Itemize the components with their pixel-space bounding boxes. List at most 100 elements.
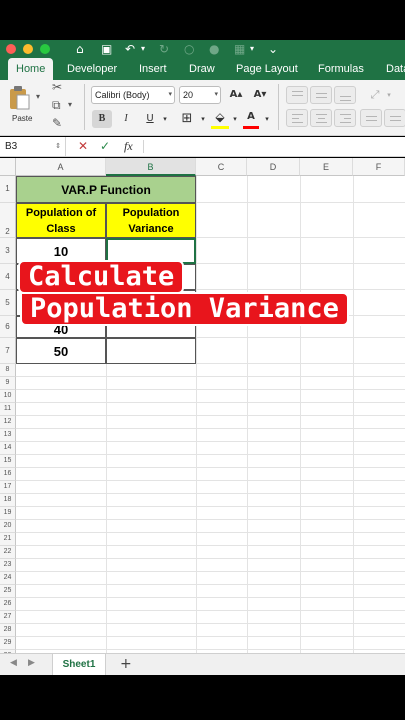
paste-icon[interactable]	[8, 85, 30, 111]
column-header-a[interactable]: A	[16, 158, 106, 176]
copy-dropdown-icon[interactable]: ▾	[68, 100, 72, 109]
grid-icon[interactable]: ▦	[234, 41, 245, 57]
next-sheet-icon[interactable]: ▶	[28, 658, 35, 668]
row-header[interactable]: 26	[0, 598, 16, 611]
fill-color-icon[interactable]: ⬙	[210, 108, 230, 126]
data-cell-a7[interactable]: 50	[16, 338, 106, 364]
align-center-button[interactable]	[310, 109, 332, 127]
orientation-dropdown-icon[interactable]: ▾	[384, 86, 394, 104]
align-left-button[interactable]	[286, 109, 308, 127]
underline-dropdown-icon[interactable]: ▾	[160, 110, 170, 128]
font-name-select[interactable]: Calibri (Body) ▾	[91, 86, 175, 104]
underline-button[interactable]: U	[140, 110, 160, 128]
row-header[interactable]: 1	[0, 176, 16, 203]
row-header[interactable]: 3	[0, 238, 16, 264]
column-header-d[interactable]: D	[247, 158, 300, 176]
row-header[interactable]: 7	[0, 338, 16, 364]
row-header[interactable]: 21	[0, 533, 16, 546]
row-header[interactable]: 16	[0, 468, 16, 481]
tab-formulas[interactable]: Formulas	[318, 58, 364, 80]
sheet-tab-sheet1[interactable]: Sheet1	[52, 654, 106, 675]
row-header[interactable]: 11	[0, 403, 16, 416]
font-size-select[interactable]: 20 ▾	[179, 86, 221, 104]
row-header[interactable]: 23	[0, 559, 16, 572]
cut-icon[interactable]: ✂	[52, 80, 62, 94]
format-painter-icon[interactable]: ✎	[52, 116, 62, 130]
row-header[interactable]: 6	[0, 316, 16, 338]
fill-dropdown-icon[interactable]: ▾	[230, 110, 240, 128]
undo-icon[interactable]: ↶	[125, 41, 135, 57]
row-header[interactable]: 22	[0, 546, 16, 559]
add-sheet-button[interactable]: +	[120, 656, 132, 672]
row-header[interactable]: 8	[0, 364, 16, 377]
column-header-e[interactable]: E	[300, 158, 353, 176]
shrink-font-button[interactable]: A▾	[250, 86, 270, 104]
tab-home[interactable]: Home	[8, 58, 54, 80]
circle-icon[interactable]: ○	[184, 41, 194, 57]
align-right-button[interactable]	[334, 109, 356, 127]
row-header[interactable]: 14	[0, 442, 16, 455]
cancel-icon[interactable]: ✕	[78, 139, 88, 153]
column-header-c[interactable]: C	[196, 158, 247, 176]
bold-button[interactable]: B	[92, 110, 112, 128]
undo-dropdown-icon[interactable]: ▾	[141, 41, 145, 57]
row-header[interactable]: 17	[0, 481, 16, 494]
header-variance-cell[interactable]: Population Variance	[106, 203, 196, 238]
empty-cell-b7[interactable]	[106, 338, 196, 364]
name-box[interactable]: B3 ⇕	[0, 137, 66, 156]
table-title-cell[interactable]: VAR.P Function	[16, 176, 196, 203]
customize-icon[interactable]: ▾	[250, 41, 254, 57]
row-header[interactable]: 4	[0, 264, 16, 290]
row-header[interactable]: 19	[0, 507, 16, 520]
tab-insert[interactable]: Insert	[139, 58, 167, 80]
column-header-f[interactable]: F	[353, 158, 405, 176]
row-header[interactable]: 29	[0, 637, 16, 650]
row-header[interactable]: 9	[0, 377, 16, 390]
italic-button[interactable]: I	[116, 110, 136, 128]
borders-icon[interactable]: ⊞	[176, 110, 198, 128]
zoom-window-button[interactable]	[40, 44, 50, 54]
spreadsheet-grid[interactable]: A B C D E F 1 2 3 4 5 6 7 8 9 10 11 12 13 14 15 16 17 18 1…	[0, 158, 405, 653]
row-header[interactable]: 28	[0, 624, 16, 637]
row-header[interactable]: 25	[0, 585, 16, 598]
align-bottom-button[interactable]	[334, 86, 356, 104]
tab-data[interactable]: Data	[386, 58, 405, 80]
row-header[interactable]: 20	[0, 520, 16, 533]
save-icon[interactable]: ▣	[101, 41, 112, 57]
align-top-button[interactable]	[286, 86, 308, 104]
more-icon[interactable]: ⌄	[268, 41, 278, 57]
close-window-button[interactable]	[6, 44, 16, 54]
row-header[interactable]: 13	[0, 429, 16, 442]
tab-page-layout[interactable]: Page Layout	[236, 58, 298, 80]
row-header[interactable]: 10	[0, 390, 16, 403]
tab-draw[interactable]: Draw	[189, 58, 215, 80]
prev-sheet-icon[interactable]: ◀	[10, 658, 17, 668]
font-color-button[interactable]: A	[242, 108, 260, 126]
decrease-indent-button[interactable]	[360, 109, 382, 127]
grow-font-button[interactable]: A▴	[226, 86, 246, 104]
borders-dropdown-icon[interactable]: ▾	[198, 110, 208, 128]
row-header[interactable]: 12	[0, 416, 16, 429]
row-header[interactable]: 2	[0, 203, 16, 238]
select-all-corner[interactable]	[0, 158, 16, 176]
row-header[interactable]: 18	[0, 494, 16, 507]
home-icon[interactable]: ⌂	[76, 41, 84, 57]
enter-icon[interactable]: ✓	[100, 139, 110, 153]
tab-developer[interactable]: Developer	[67, 58, 117, 80]
row-header[interactable]: 24	[0, 572, 16, 585]
paste-dropdown-icon[interactable]: ▾	[36, 92, 40, 101]
row-header[interactable]: 5	[0, 290, 16, 316]
align-middle-button[interactable]	[310, 86, 332, 104]
circle2-icon[interactable]: ●	[209, 41, 219, 57]
minimize-window-button[interactable]	[23, 44, 33, 54]
orientation-icon[interactable]: ⤢	[364, 86, 386, 104]
insert-function-icon[interactable]: fx	[124, 139, 133, 154]
redo-icon[interactable]: ↻	[159, 41, 169, 57]
font-color-dropdown-icon[interactable]: ▾	[262, 110, 272, 128]
row-header[interactable]: 27	[0, 611, 16, 624]
row-header[interactable]: 15	[0, 455, 16, 468]
copy-icon[interactable]: ⧉	[52, 98, 61, 113]
increase-indent-button[interactable]	[384, 109, 405, 127]
header-population-cell[interactable]: Population of Class	[16, 203, 106, 238]
column-header-b[interactable]: B	[106, 158, 196, 176]
